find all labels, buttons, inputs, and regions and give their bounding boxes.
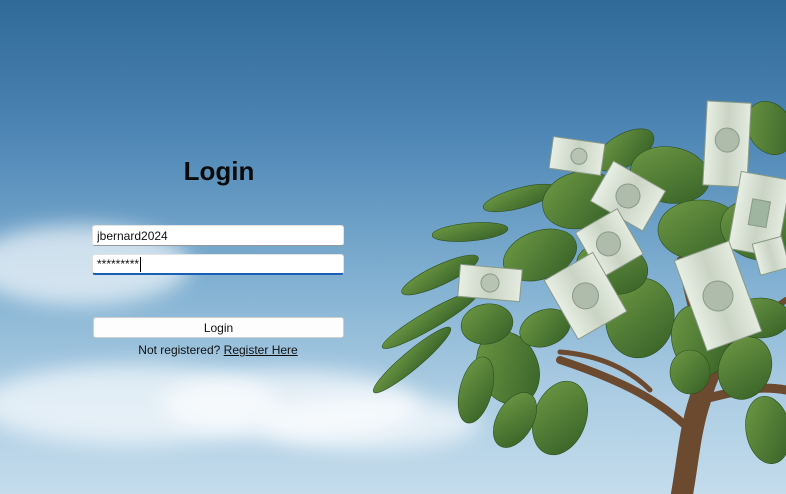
login-button[interactable]: Login xyxy=(93,317,344,338)
money-tree-image xyxy=(372,100,786,494)
register-prompt: Not registered? xyxy=(138,343,221,357)
username-field[interactable] xyxy=(92,225,344,246)
password-field-wrapper[interactable] xyxy=(92,254,344,276)
password-field[interactable] xyxy=(92,254,344,275)
register-line: Not registered? Register Here xyxy=(92,343,344,357)
text-caret xyxy=(140,257,141,272)
register-link[interactable]: Register Here xyxy=(224,343,298,357)
login-title: Login xyxy=(183,156,255,186)
